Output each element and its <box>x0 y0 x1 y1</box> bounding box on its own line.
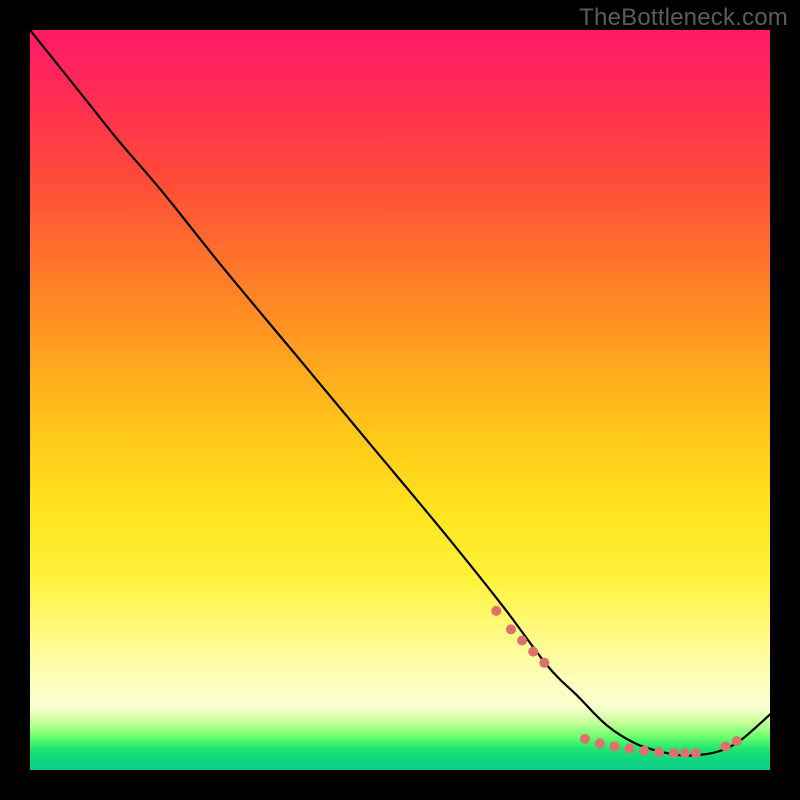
marker-left-cluster <box>506 624 516 634</box>
marker-left-cluster <box>539 658 549 668</box>
marker-left-cluster <box>517 636 527 646</box>
chart-frame: TheBottleneck.com <box>0 0 800 800</box>
marker-bottom-cluster <box>691 748 701 758</box>
marker-bottom-cluster <box>595 738 605 748</box>
markers-group <box>491 606 742 758</box>
marker-right-cluster <box>732 736 742 746</box>
marker-bottom-cluster <box>580 734 590 744</box>
marker-bottom-cluster <box>624 744 634 754</box>
marker-left-cluster <box>491 606 501 616</box>
marker-left-cluster <box>528 647 538 657</box>
marker-right-cluster <box>721 741 731 751</box>
marker-bottom-cluster <box>669 748 679 758</box>
marker-bottom-cluster <box>639 746 649 756</box>
watermark-text: TheBottleneck.com <box>579 4 788 32</box>
marker-bottom-cluster <box>654 747 664 757</box>
marker-bottom-cluster <box>610 741 620 751</box>
plot-overlay <box>30 30 770 770</box>
main-curve <box>30 30 770 756</box>
marker-bottom-cluster <box>680 748 690 758</box>
